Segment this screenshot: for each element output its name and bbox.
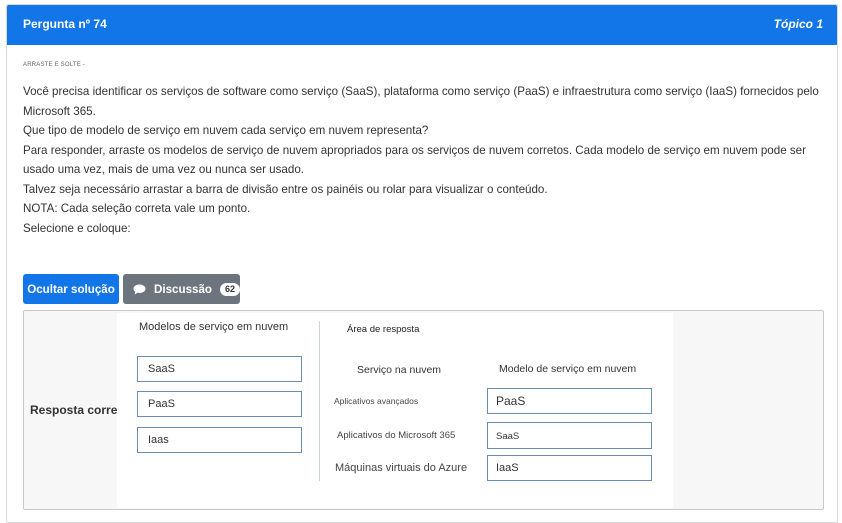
answer-area-title: Área de resposta (347, 324, 420, 335)
discussion-button[interactable]: Discussão 62 (123, 274, 241, 304)
service-label: Máquinas virtuais do Azure (335, 462, 468, 474)
question-number: Pergunta nº 74 (23, 17, 107, 31)
question-type-tag: ARRASTE E SOLTE - (23, 62, 85, 68)
model-option-iaas: Iaas (137, 427, 302, 453)
question-line: Você precisa identificar os serviços de … (23, 85, 819, 118)
model-option-paas: PaaS (137, 391, 302, 417)
question-text: Você precisa identificar os serviços de … (23, 82, 823, 238)
question-line: Talvez seja necessário arrastar a barra … (23, 182, 548, 196)
question-header: Pergunta nº 74 Tópico 1 (7, 5, 837, 45)
cloud-service-column-header: Serviço na nuvem (357, 364, 442, 376)
hide-solution-label: Ocultar solução (27, 282, 115, 296)
answer-slot: PaaS (487, 388, 652, 414)
service-model-column-header: Modelo de serviço em nuvem (499, 363, 637, 375)
hide-solution-button[interactable]: Ocultar solução (23, 274, 119, 304)
question-line: Selecione e coloque: (23, 221, 131, 235)
correct-answer-panel: Resposta correta: Modelos de serviço em … (23, 310, 824, 510)
answer-diagram: Modelos de serviço em nuvem SaaS PaaS Ia… (117, 313, 673, 508)
model-option-saas: SaaS (137, 356, 302, 382)
service-label: Aplicativos avançados (334, 396, 419, 406)
topic-label: Tópico 1 (773, 17, 823, 31)
question-line: Que tipo de modelo de serviço em nuvem c… (23, 124, 429, 137)
answer-slot: SaaS (487, 422, 652, 449)
panel-divider (319, 321, 320, 481)
discussion-label: Discussão (154, 282, 212, 296)
discussion-count-badge: 62 (220, 282, 241, 296)
question-line: Para responder, arraste os modelos de se… (23, 143, 806, 177)
chat-bubble-icon (133, 284, 146, 295)
question-card: Pergunta nº 74 Tópico 1 ARRASTE E SOLTE … (6, 4, 838, 523)
service-label: Aplicativos do Microsoft 365 (337, 430, 456, 441)
answer-slot: IaaS (487, 455, 652, 481)
question-line: NOTA: Cada seleção correta vale um ponto… (23, 202, 251, 215)
models-title: Modelos de serviço em nuvem (139, 321, 289, 333)
